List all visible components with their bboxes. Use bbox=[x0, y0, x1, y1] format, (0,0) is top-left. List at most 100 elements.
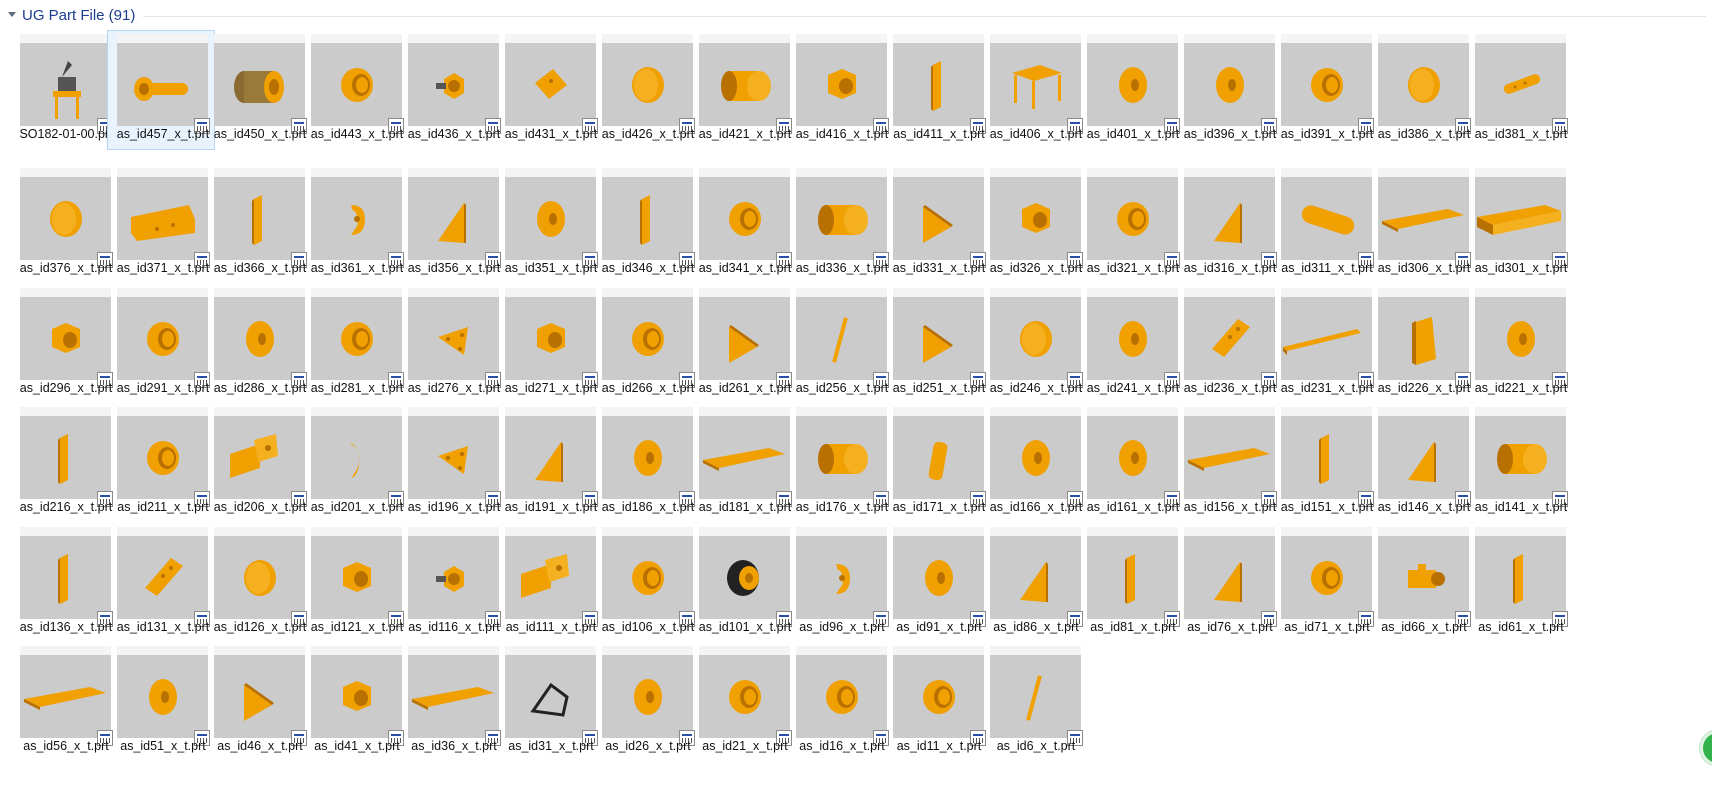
file-thumbnail bbox=[117, 527, 210, 627]
file-thumbnail bbox=[990, 407, 1083, 507]
file-thumbnail bbox=[311, 34, 404, 134]
file-name: as_id311_x_t.prt bbox=[1281, 261, 1373, 275]
part-preview-icon bbox=[925, 560, 953, 596]
file-thumbnail bbox=[117, 407, 210, 507]
part-preview-icon bbox=[349, 442, 360, 478]
file-name: as_id186_x_t.prt bbox=[601, 500, 695, 514]
file-thumbnail bbox=[1281, 407, 1374, 507]
file-thumbnail bbox=[893, 34, 986, 134]
file-name: SO182-01-00.prt bbox=[19, 127, 113, 141]
file-name: as_id436_x_t.prt bbox=[407, 127, 501, 141]
file-name: as_id46_x_t.prt bbox=[217, 739, 303, 753]
part-preview-icon bbox=[50, 201, 82, 237]
file-name: as_id16_x_t.prt bbox=[799, 739, 885, 753]
file-thumbnail bbox=[1184, 407, 1277, 507]
file-name: as_id231_x_t.prt bbox=[1280, 381, 1374, 395]
collapse-caret-icon[interactable] bbox=[8, 11, 16, 17]
file-thumbnail bbox=[1087, 527, 1180, 627]
file-thumbnail bbox=[1378, 288, 1471, 388]
file-name: as_id371_x_t.prt bbox=[116, 261, 210, 275]
file-thumbnail bbox=[602, 646, 695, 746]
file-thumbnail bbox=[602, 34, 695, 134]
file-thumbnail bbox=[1378, 527, 1471, 627]
file-thumbnail bbox=[20, 34, 113, 134]
file-thumbnail bbox=[117, 34, 210, 134]
part-preview-icon bbox=[1301, 205, 1355, 235]
part-preview-icon bbox=[244, 683, 274, 721]
file-thumbnail bbox=[796, 407, 889, 507]
part-preview-icon bbox=[632, 67, 664, 103]
part-preview-icon bbox=[1408, 67, 1440, 103]
part-preview-icon bbox=[145, 558, 183, 596]
file-name: as_id356_x_t.prt bbox=[407, 261, 501, 275]
file-name: as_id156_x_t.prt bbox=[1183, 500, 1277, 514]
file-thumbnail bbox=[20, 168, 113, 268]
file-name: as_id116_x_t.prt bbox=[408, 620, 500, 634]
file-name: as_id56_x_t.prt bbox=[23, 739, 109, 753]
part-preview-icon bbox=[818, 444, 868, 474]
file-thumbnail bbox=[1184, 288, 1277, 388]
part-preview-icon bbox=[244, 560, 276, 596]
part-preview-icon bbox=[535, 69, 567, 99]
file-name: as_id266_x_t.prt bbox=[601, 381, 695, 395]
file-thumbnail bbox=[214, 288, 307, 388]
file-name: as_id366_x_t.prt bbox=[213, 261, 307, 275]
file-name: as_id131_x_t.prt bbox=[116, 620, 210, 634]
part-preview-icon bbox=[147, 441, 179, 475]
file-name: as_id171_x_t.prt bbox=[892, 500, 986, 514]
file-name: as_id151_x_t.prt bbox=[1280, 500, 1374, 514]
file-thumbnail bbox=[796, 527, 889, 627]
group-header[interactable]: UG Part File (91) bbox=[6, 4, 1706, 26]
part-preview-icon bbox=[923, 205, 953, 243]
file-thumbnail bbox=[1087, 168, 1180, 268]
part-preview-icon bbox=[436, 73, 464, 99]
part-preview-icon bbox=[1119, 321, 1147, 357]
floating-badge[interactable]: 1 bbox=[1700, 730, 1712, 766]
part-preview-icon bbox=[1012, 65, 1062, 109]
file-thumbnail bbox=[1475, 407, 1568, 507]
file-name: as_id71_x_t.prt bbox=[1284, 620, 1370, 634]
part-preview-icon bbox=[230, 434, 278, 478]
file-thumbnail bbox=[1475, 527, 1568, 627]
file-name: as_id216_x_t.prt bbox=[19, 500, 113, 514]
part-preview-icon bbox=[436, 566, 464, 592]
file-name: as_id206_x_t.prt bbox=[213, 500, 307, 514]
file-thumbnail bbox=[408, 407, 501, 507]
file-name: as_id281_x_t.prt bbox=[310, 381, 404, 395]
file-name: as_id361_x_t.prt bbox=[310, 261, 404, 275]
file-name: as_id457_x_t.prt bbox=[116, 127, 210, 141]
file-name: as_id376_x_t.prt bbox=[19, 261, 113, 275]
file-name: as_id226_x_t.prt bbox=[1377, 381, 1471, 395]
file-name: as_id306_x_t.prt bbox=[1377, 261, 1471, 275]
part-preview-icon bbox=[1020, 562, 1048, 602]
part-preview-icon bbox=[1022, 440, 1050, 476]
file-thumbnail bbox=[990, 34, 1083, 134]
part-preview-icon bbox=[1022, 203, 1050, 233]
file-thumbnail bbox=[602, 288, 695, 388]
file-name: as_id336_x_t.prt bbox=[795, 261, 889, 275]
file-name: as_id236_x_t.prt bbox=[1183, 381, 1277, 395]
file-name: as_id51_x_t.prt bbox=[120, 739, 206, 753]
file-name: as_id81_x_t.prt bbox=[1090, 620, 1176, 634]
file-thumbnail bbox=[505, 646, 598, 746]
file-thumbnail bbox=[602, 407, 695, 507]
file-thumbnail bbox=[796, 646, 889, 746]
part-preview-icon bbox=[1412, 317, 1436, 365]
file-thumbnail bbox=[20, 407, 113, 507]
part-preview-icon bbox=[149, 679, 177, 715]
file-name: as_id416_x_t.prt bbox=[795, 127, 889, 141]
file-thumbnail bbox=[796, 168, 889, 268]
file-thumbnail bbox=[1281, 527, 1374, 627]
file-thumbnail bbox=[505, 407, 598, 507]
part-preview-icon bbox=[341, 322, 373, 356]
file-name: as_id386_x_t.prt bbox=[1377, 127, 1471, 141]
file-thumbnail bbox=[1087, 288, 1180, 388]
file-thumbnail bbox=[893, 646, 986, 746]
part-preview-icon bbox=[729, 680, 761, 714]
file-thumbnail bbox=[1378, 34, 1471, 134]
file-thumbnail bbox=[1378, 407, 1471, 507]
file-thumbnail bbox=[699, 34, 792, 134]
file-thumbnail bbox=[1087, 34, 1180, 134]
part-preview-icon bbox=[721, 71, 771, 101]
file-name: as_id341_x_t.prt bbox=[698, 261, 792, 275]
